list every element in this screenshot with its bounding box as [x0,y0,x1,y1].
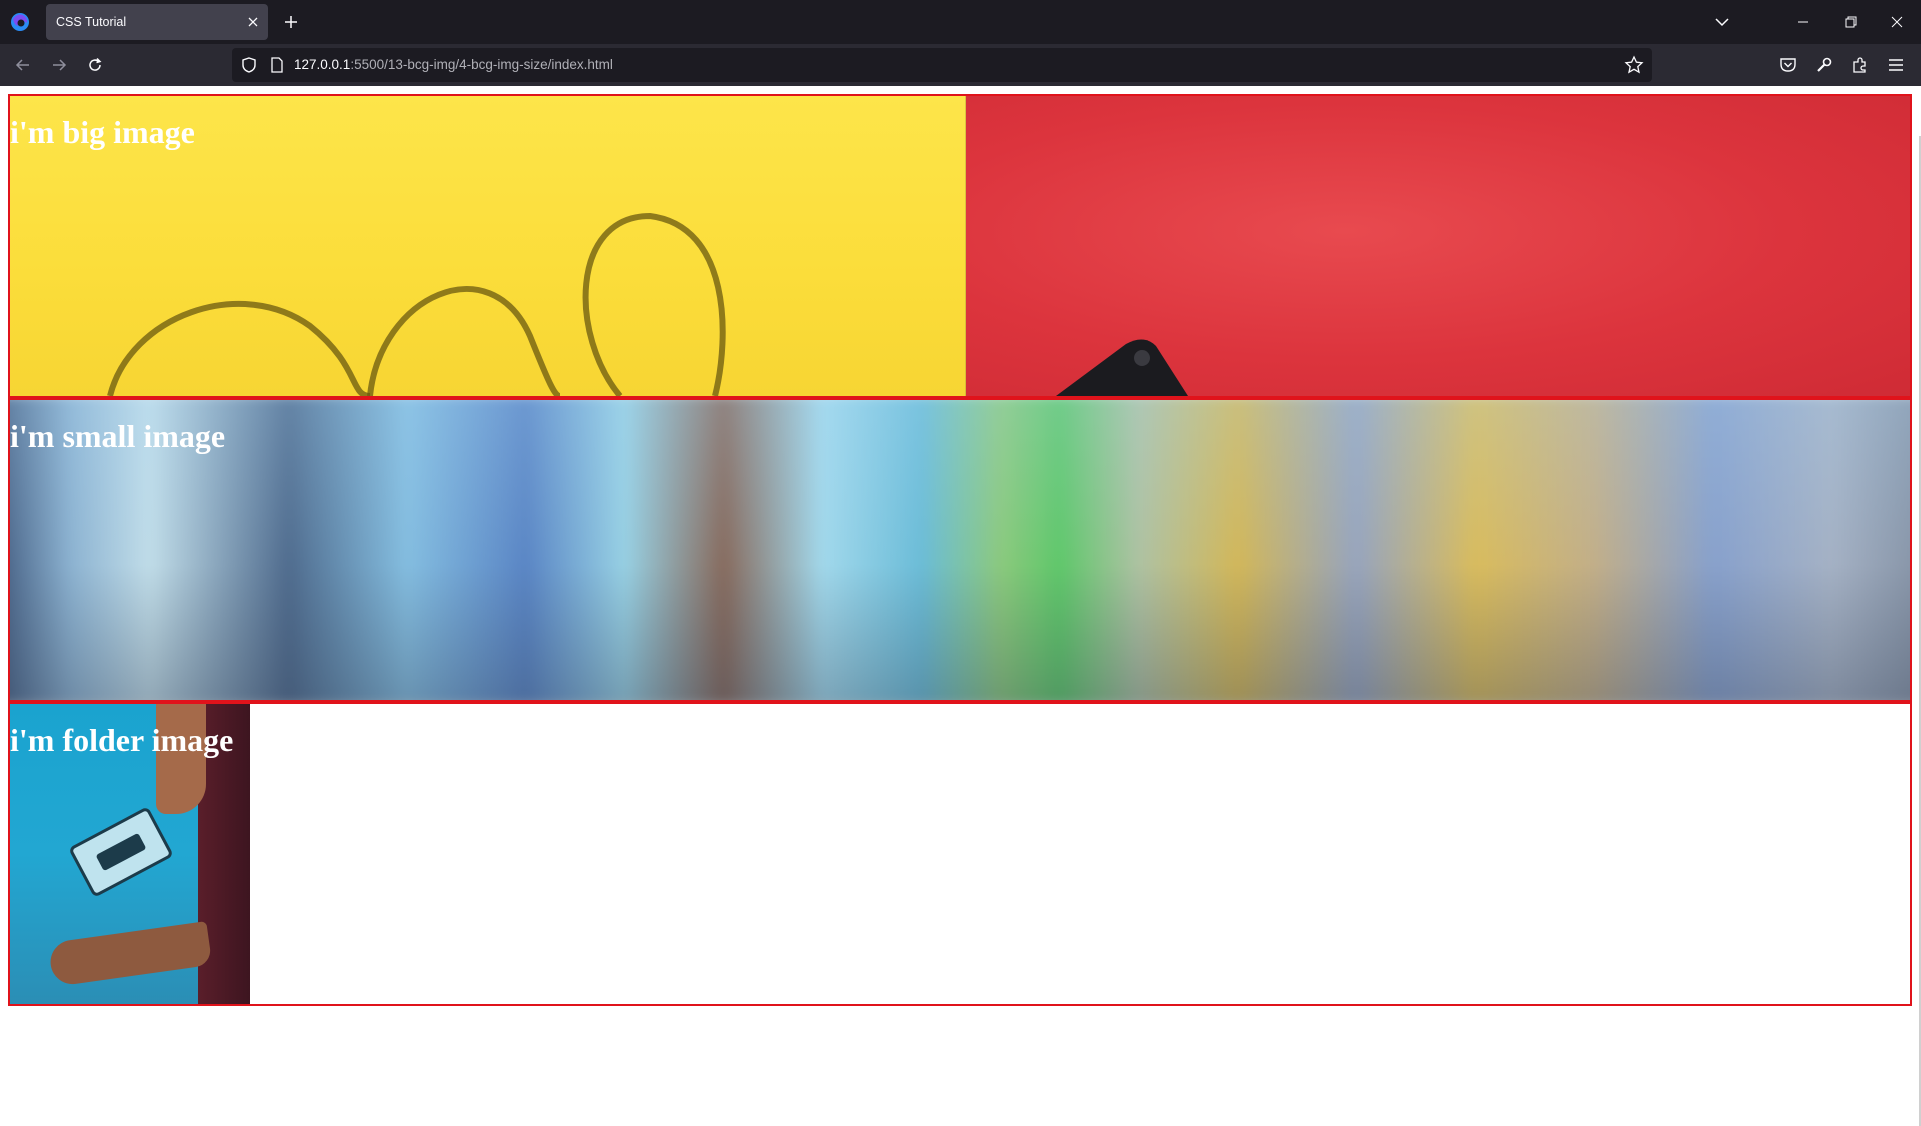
shield-icon[interactable] [240,56,258,74]
cassette-window [95,832,147,872]
tab-bar: CSS Tutorial [0,0,1921,44]
pocket-icon[interactable] [1776,53,1800,77]
firefox-icon[interactable] [9,11,31,33]
close-tab-icon[interactable] [244,13,262,31]
new-tab-plus-icon[interactable] [280,11,302,33]
reload-icon[interactable] [80,52,110,78]
page-viewport: i'm big image i'm small image i'm folder… [0,86,1921,1126]
cassette-tape-shape [68,806,174,898]
back-arrow-icon[interactable] [8,52,38,78]
extensions-puzzle-icon[interactable] [1848,53,1872,77]
small-image-shading [10,400,1910,700]
minimize-icon[interactable] [1780,6,1826,38]
window-close-icon[interactable] [1874,6,1920,38]
url-text[interactable]: 127.0.0.1:5500/13-bcg-img/4-bcg-img-size… [294,48,613,82]
chevron-down-icon[interactable] [1710,11,1734,33]
folder-image-heading: i'm folder image [10,722,234,758]
url-path: :5500/13-bcg-img/4-bcg-img-size/index.ht… [350,57,613,72]
big-image-section: i'm big image [8,94,1912,398]
restore-icon[interactable] [1828,6,1874,38]
arm-shape [156,704,206,814]
tab-css-tutorial[interactable]: CSS Tutorial [46,4,268,40]
big-image-heading: i'm big image [10,114,195,150]
page-icon[interactable] [268,56,286,74]
url-bar[interactable]: 127.0.0.1:5500/13-bcg-img/4-bcg-img-size… [232,48,1652,82]
navigation-bar: 127.0.0.1:5500/13-bcg-img/4-bcg-img-size… [0,44,1921,86]
wrench-icon[interactable] [1812,53,1836,77]
bookmark-star-icon[interactable] [1624,55,1644,75]
small-image-section: i'm small image [8,398,1912,702]
hand-shape [47,921,213,987]
red-background-half [966,96,1910,396]
url-host: 127.0.0.1 [294,57,351,72]
hamburger-menu-icon[interactable] [1884,53,1908,77]
tab-title: CSS Tutorial [56,15,127,29]
folder-image-section: i'm folder image [8,702,1912,1006]
small-image-heading: i'm small image [10,418,226,454]
forward-arrow-icon[interactable] [44,52,74,78]
